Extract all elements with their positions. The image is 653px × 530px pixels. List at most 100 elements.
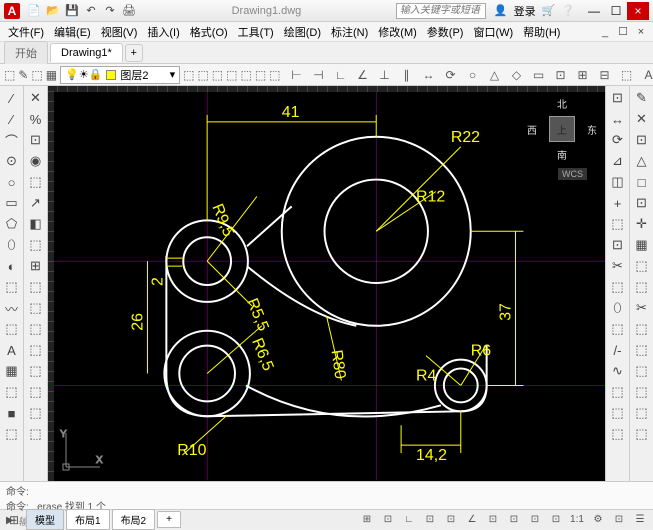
modify-tool-1[interactable]: ↔ [608,109,628,129]
status-toggle-8[interactable]: ⊡ [526,512,544,528]
draw-tool2-0[interactable]: ✕ [26,88,46,108]
qat-new-icon[interactable]: 📄 [26,3,42,19]
status-toggle-0[interactable]: ⊞ [358,512,376,528]
layer-btn[interactable]: ⬚ [226,66,237,84]
modify-tool2-12[interactable]: ⬚ [632,340,652,360]
modify-tool2-3[interactable]: △ [632,151,652,171]
modify-tool-6[interactable]: ⬚ [608,214,628,234]
modify-tool-2[interactable]: ⟳ [608,130,628,150]
draw-tool2-9[interactable]: ⬚ [26,277,46,297]
command-line[interactable]: 命令: 命令: ..erase 找到 1 个 ▶ 输入命令 [0,481,653,509]
menu-view[interactable]: 视图(V) [97,22,142,42]
draw-tool-16[interactable]: ⬚ [2,424,22,444]
constraint-btn-9[interactable]: △ [485,66,505,84]
drawing-canvas[interactable]: 41 R22 R12 R9,5 R5,5 R6,5 R80 R10 R4 R6 … [48,86,605,481]
modify-tool2-14[interactable]: ⬚ [632,382,652,402]
modify-tool-16[interactable]: ⬚ [608,424,628,444]
modify-tool2-0[interactable]: ✎ [632,88,652,108]
draw-tool-7[interactable]: ⬯ [2,235,22,255]
close-button[interactable]: × [627,2,649,20]
menu-file[interactable]: 文件(F) [4,22,48,42]
status-toggle-7[interactable]: ⊡ [505,512,523,528]
draw-tool2-5[interactable]: ↗ [26,193,46,213]
qat-save-icon[interactable]: 💾 [64,3,80,19]
draw-tool-15[interactable]: ■ [2,403,22,423]
qat-undo-icon[interactable]: ↶ [83,3,99,19]
constraint-btn-10[interactable]: ◇ [507,66,527,84]
constraint-btn-4[interactable]: ⊥ [375,66,395,84]
view-cube[interactable]: 上 北 南 东 西 [527,94,597,164]
draw-tool-4[interactable]: ○ [2,172,22,192]
modify-tool2-15[interactable]: ⬚ [632,403,652,423]
modify-tool2-16[interactable]: ⬚ [632,424,652,444]
modify-tool-4[interactable]: ◫ [608,172,628,192]
draw-tool-3[interactable]: ⊙ [2,151,22,171]
menu-tools[interactable]: 工具(T) [234,22,278,42]
status-toggle-4[interactable]: ⊡ [442,512,460,528]
status-toggle-13[interactable]: ☰ [631,512,649,528]
draw-tool-14[interactable]: ⬚ [2,382,22,402]
draw-tool2-3[interactable]: ◉ [26,151,46,171]
status-toggle-11[interactable]: ⚙ [589,512,607,528]
modify-tool2-7[interactable]: ▦ [632,235,652,255]
constraint-btn-8[interactable]: ○ [463,66,483,84]
modify-tool-11[interactable]: ⬚ [608,319,628,339]
help-icon[interactable]: ❔ [561,4,575,17]
modify-tool2-6[interactable]: ✛ [632,214,652,234]
inner-minimize-button[interactable]: _ [597,24,613,40]
draw-tool2-16[interactable]: ⬚ [26,424,46,444]
draw-tool2-6[interactable]: ◧ [26,214,46,234]
minimize-button[interactable]: — [583,2,605,20]
status-toggle-10[interactable]: 1:1 [568,512,586,528]
status-toggle-3[interactable]: ⊡ [421,512,439,528]
draw-tool-13[interactable]: ▦ [2,361,22,381]
constraint-btn-5[interactable]: ∥ [397,66,417,84]
modify-tool-12[interactable]: /- [608,340,628,360]
layout-grid-icon[interactable]: ⊞ [4,511,24,529]
tab-model[interactable]: 模型 [26,509,64,530]
menu-dimension[interactable]: 标注(N) [327,22,372,42]
modify-tool2-9[interactable]: ⬚ [632,277,652,297]
status-toggle-6[interactable]: ⊡ [484,512,502,528]
layer-selector[interactable]: 💡☀🔒 图层2 ▾ [60,66,180,84]
qat-open-icon[interactable]: 📂 [45,3,61,19]
draw-tool2-8[interactable]: ⊞ [26,256,46,276]
modify-tool2-11[interactable]: ⬚ [632,319,652,339]
draw-tool-10[interactable]: 〰 [2,298,22,318]
inner-maximize-button[interactable]: ☐ [615,24,631,40]
draw-tool2-1[interactable]: % [26,109,46,129]
qat-redo-icon[interactable]: ↷ [102,3,118,19]
modify-tool2-8[interactable]: ⬚ [632,256,652,276]
constraint-btn-15[interactable]: ⬚ [617,66,637,84]
draw-tool-1[interactable]: ∕ [2,109,22,129]
search-input[interactable] [396,3,486,19]
modify-tool-0[interactable]: ⊡ [608,88,628,108]
menu-draw[interactable]: 绘图(D) [280,22,325,42]
constraint-btn-14[interactable]: ⊟ [595,66,615,84]
modify-tool2-2[interactable]: ⊡ [632,130,652,150]
constraint-btn-0[interactable]: ⊢ [287,66,307,84]
constraint-btn-2[interactable]: ∟ [331,66,351,84]
modify-tool-3[interactable]: ⊿ [608,151,628,171]
tab-layout1[interactable]: 布局1 [66,509,110,530]
modify-tool-8[interactable]: ✂ [608,256,628,276]
view-cube-top[interactable]: 上 [549,116,575,142]
tab-drawing1[interactable]: Drawing1* [50,43,123,62]
tab-start[interactable]: 开始 [4,41,48,64]
inner-close-button[interactable]: × [633,24,649,40]
constraint-btn-11[interactable]: ▭ [529,66,549,84]
modify-tool-15[interactable]: ⬚ [608,403,628,423]
draw-tool2-11[interactable]: ⬚ [26,319,46,339]
cart-icon[interactable]: 🛒 [542,4,556,17]
draw-tool2-4[interactable]: ⬚ [26,172,46,192]
modify-tool2-4[interactable]: □ [632,172,652,192]
tab-add-layout[interactable]: + [157,511,181,528]
constraint-btn-1[interactable]: ⊣ [309,66,329,84]
layer-btn[interactable]: ⬚ [4,66,15,84]
status-toggle-2[interactable]: ∟ [400,512,418,528]
constraint-btn-12[interactable]: ⊡ [551,66,571,84]
draw-tool2-14[interactable]: ⬚ [26,382,46,402]
constraint-btn-7[interactable]: ⟳ [441,66,461,84]
modify-tool-7[interactable]: ⊡ [608,235,628,255]
modify-tool-9[interactable]: ⬚ [608,277,628,297]
